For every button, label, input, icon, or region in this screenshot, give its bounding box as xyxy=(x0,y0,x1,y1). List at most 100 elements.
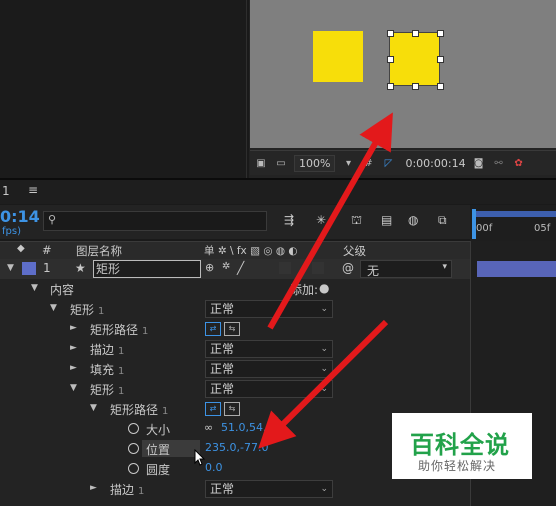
mouse-cursor-icon xyxy=(194,449,206,466)
quality-switch-icon[interactable]: ╱ xyxy=(237,261,244,275)
roundness-value[interactable]: 0.0 xyxy=(205,461,223,474)
path-direction-reverse-icon[interactable]: ⇆ xyxy=(224,402,240,416)
expand-icon[interactable]: ▼ xyxy=(90,403,97,413)
add-menu-icon[interactable]: ● xyxy=(319,281,329,295)
layer-index: 1 xyxy=(43,261,51,275)
graph-editor-icon[interactable]: ⧉ xyxy=(438,213,447,228)
watermark-subtitle: 助你轻松解决 xyxy=(418,459,497,473)
expand-icon[interactable]: ► xyxy=(90,483,97,493)
timeline-tab-bar: 1 ≡ xyxy=(0,178,556,204)
number-column-header: # xyxy=(42,243,52,257)
selection-handle[interactable] xyxy=(387,56,394,63)
always-preview-icon[interactable]: ▣ xyxy=(254,157,268,169)
selection-handle[interactable] xyxy=(387,30,394,37)
rect-path-row[interactable]: ► 矩形路径 1 ⇄ ⇆ xyxy=(0,319,470,339)
work-area-bar[interactable] xyxy=(474,211,556,217)
blend-mode-dropdown[interactable]: 正常 ⌄ xyxy=(205,360,333,378)
current-time-display[interactable]: 0:14 xyxy=(0,207,40,226)
selection-handle[interactable] xyxy=(412,30,419,37)
switch-box[interactable] xyxy=(279,262,291,274)
selection-handle[interactable] xyxy=(437,56,444,63)
monitor-icon[interactable]: ▭ xyxy=(274,157,288,169)
shy-layers-icon[interactable]: ⛫ xyxy=(351,213,362,229)
position-value[interactable]: 235.0,-77.0 xyxy=(205,441,268,454)
layer-label-color[interactable] xyxy=(22,262,36,275)
expand-icon[interactable]: ► xyxy=(70,323,77,333)
mask-visibility-icon[interactable]: ◸ xyxy=(381,157,395,169)
stopwatch-icon[interactable] xyxy=(128,443,139,454)
stroke-row[interactable]: ► 描边 1 正常 ⌄ xyxy=(0,479,470,499)
color-channels-icon[interactable]: ✿ xyxy=(512,157,526,169)
composition-canvas[interactable] xyxy=(250,0,556,148)
show-snapshot-icon[interactable]: ⚯ xyxy=(492,157,506,169)
blend-mode-dropdown[interactable]: 正常 ⌄ xyxy=(205,340,333,358)
roundness-label: 圆度 xyxy=(146,463,171,477)
stopwatch-icon[interactable] xyxy=(128,423,139,434)
zoom-dropdown[interactable]: 100% xyxy=(294,154,336,172)
blend-mode-dropdown[interactable]: 正常 ⌄ xyxy=(205,300,333,318)
expand-icon[interactable]: ► xyxy=(70,363,77,373)
timeline-tab[interactable]: 1 xyxy=(2,184,10,198)
expand-icon[interactable]: ▼ xyxy=(70,383,77,393)
current-timecode[interactable]: 0:00:00:14 xyxy=(405,157,465,170)
stopwatch-icon[interactable] xyxy=(128,463,139,474)
blend-mode-dropdown[interactable]: 正常 ⌄ xyxy=(205,380,333,398)
size-value[interactable]: 51.0,54.0 xyxy=(221,421,273,434)
fill-row[interactable]: ► 填充 1 正常 ⌄ xyxy=(0,359,470,379)
switches-column-header: 单 ✲ \ fx ▧ ◎ ◍ ◐ xyxy=(204,245,298,257)
layer-duration-bar[interactable] xyxy=(477,261,556,277)
rect-path-label: 矩形路径 1 xyxy=(90,323,149,337)
selection-handle[interactable] xyxy=(387,83,394,90)
layer-name-field[interactable]: 矩形 xyxy=(93,260,201,278)
selection-handle[interactable] xyxy=(437,83,444,90)
draft-3d-icon[interactable]: ✳ xyxy=(316,213,326,227)
chevron-down-icon[interactable]: ▾ xyxy=(341,157,355,169)
frame-blending-icon[interactable]: ▤ xyxy=(381,213,392,227)
expand-icon[interactable]: ▼ xyxy=(31,283,38,293)
selection-handle[interactable] xyxy=(412,83,419,90)
comp-mini-flowchart-icon[interactable]: ⇶ xyxy=(284,213,294,227)
add-label: 添加: xyxy=(290,283,319,297)
yellow-square-selected[interactable] xyxy=(389,32,440,86)
path-direction-icon[interactable]: ⇄ xyxy=(205,322,221,336)
expand-icon[interactable]: ► xyxy=(70,343,77,353)
ruler-label-05f: 05f xyxy=(534,223,551,234)
layer-search-input[interactable]: ⚲ xyxy=(43,211,267,231)
search-icon: ⚲ xyxy=(48,213,57,226)
stroke-row[interactable]: ► 描边 1 正常 ⌄ xyxy=(0,339,470,359)
rect-path-label: 矩形路径 1 xyxy=(110,403,169,417)
rect-group-label: 矩形 1 xyxy=(90,383,125,397)
time-ruler[interactable]: 00f 05f xyxy=(470,205,556,241)
link-icon[interactable]: ∞ xyxy=(204,421,213,434)
yellow-square-left xyxy=(313,31,363,82)
contents-row[interactable]: ▼ 内容 添加: ● xyxy=(0,279,470,299)
selection-handle[interactable] xyxy=(437,30,444,37)
project-panel xyxy=(0,0,247,178)
rect-group-row[interactable]: ▼ 矩形 1 正常 ⌄ xyxy=(0,299,470,319)
layer-row[interactable]: ▼ 1 ★ 矩形 ⊕ ✲ ╱ @ 无 ▾ xyxy=(0,259,470,279)
layer-column-header: ◆ # 图层名称 单 ✲ \ fx ▧ ◎ ◍ ◐ 父级 xyxy=(0,241,470,261)
rect-group-row[interactable]: ▼ 矩形 1 正常 ⌄ xyxy=(0,379,470,399)
motion-blur-icon[interactable]: ◍ xyxy=(408,213,418,227)
fill-label: 填充 1 xyxy=(90,363,125,377)
layer-name-column-header[interactable]: 图层名称 xyxy=(76,243,122,259)
path-direction-reverse-icon[interactable]: ⇆ xyxy=(224,322,240,336)
switch-box[interactable] xyxy=(312,262,324,274)
collapse-switch-icon[interactable]: ✲ xyxy=(222,261,230,272)
camera-icon[interactable]: ◙ xyxy=(472,157,486,169)
rect-group-label: 矩形 1 xyxy=(70,303,105,317)
pick-whip-icon[interactable]: @ xyxy=(342,261,354,275)
path-direction-icon[interactable]: ⇄ xyxy=(205,402,221,416)
expand-icon[interactable]: ▼ xyxy=(50,303,57,313)
expand-layer-icon[interactable]: ▼ xyxy=(7,263,14,273)
panel-menu-icon[interactable]: ≡ xyxy=(28,183,38,197)
grid-icon[interactable]: # xyxy=(361,157,375,169)
stroke-label: 描边 1 xyxy=(90,343,125,357)
parent-dropdown[interactable]: 无 ▾ xyxy=(360,260,452,278)
contents-label: 内容 xyxy=(50,283,75,297)
blend-mode-dropdown[interactable]: 正常 ⌄ xyxy=(205,480,333,498)
label-column-icon[interactable]: ◆ xyxy=(17,243,25,254)
ruler-label-00f: 00f xyxy=(476,223,493,234)
watermark-title: 百科全说 xyxy=(410,431,510,459)
shy-switch-icon[interactable]: ⊕ xyxy=(205,261,214,274)
